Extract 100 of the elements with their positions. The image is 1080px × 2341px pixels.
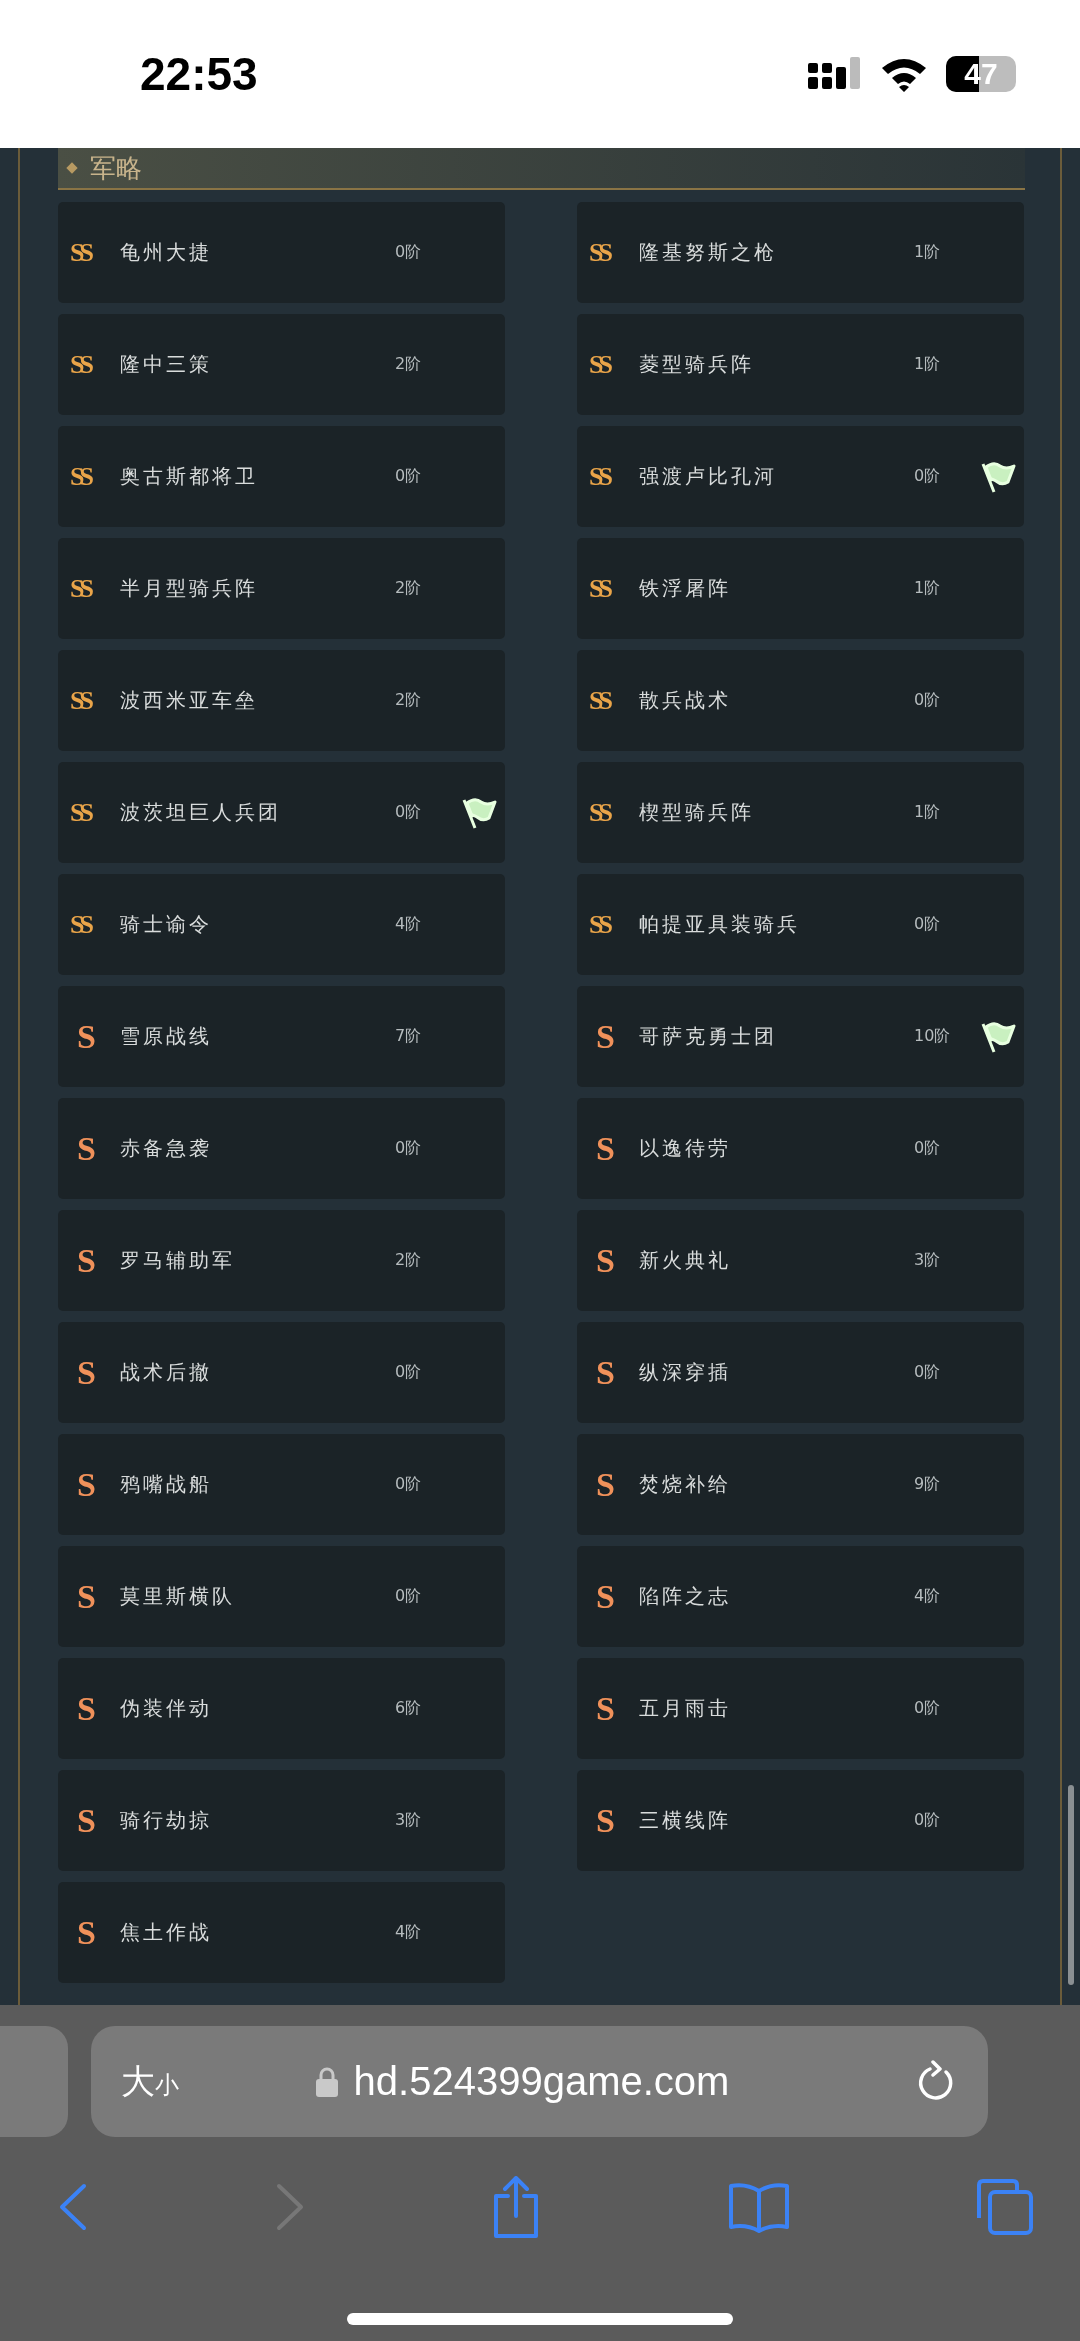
grade-label: SS [70,797,91,828]
wifi-icon [880,56,928,92]
tactic-card[interactable]: S 纵深穿插 0阶 [577,1322,1024,1423]
tier-level: 9阶 [914,1474,942,1495]
tactic-card[interactable]: SS 楔型骑兵阵 1阶 [577,762,1024,863]
tactic-name: 楔型骑兵阵 [639,799,755,826]
tactic-name: 菱型骑兵阵 [639,351,755,378]
url-text: hd.524399game.com [353,2059,730,2104]
tactic-card[interactable]: SS 散兵战术 0阶 [577,650,1024,751]
tactic-card[interactable]: SS 奥古斯都将卫 0阶 [58,426,505,527]
tactic-card[interactable]: SS 铁浮屠阵 1阶 [577,538,1024,639]
tactic-name: 波西米亚车垒 [120,687,259,714]
tactic-card[interactable]: S 鸦嘴战船 0阶 [58,1434,505,1535]
tactic-name: 鸦嘴战船 [120,1471,213,1498]
tactic-card[interactable]: SS 隆基努斯之枪 1阶 [577,202,1024,303]
tactic-name: 奥古斯都将卫 [120,463,259,490]
tactic-name: 纵深穿插 [639,1359,732,1386]
tier-level: 10阶 [914,1026,952,1047]
grade-label: S [76,1801,97,1840]
tactic-name: 战术后撤 [120,1359,213,1386]
tactic-card[interactable]: S 焚烧补给 9阶 [577,1434,1024,1535]
tier-level: 4阶 [914,1586,942,1607]
tactic-name: 隆中三策 [120,351,213,378]
tier-level: 6阶 [395,1698,423,1719]
tab-preview[interactable] [0,2026,68,2137]
tactic-name: 雪原战线 [120,1023,213,1050]
lock-icon [315,2066,338,2097]
tactic-name: 焚烧补给 [639,1471,732,1498]
tactic-card[interactable]: S 雪原战线 7阶 [58,986,505,1087]
tactic-card[interactable]: SS 波西米亚车垒 2阶 [58,650,505,751]
tactic-name: 波茨坦巨人兵团 [120,799,282,826]
tactic-name: 骑士谕令 [120,911,213,938]
grade-label: S [595,1129,616,1168]
tier-level: 2阶 [395,578,423,599]
grade-label: SS [589,237,610,268]
tactic-card[interactable]: S 骑行劫掠 3阶 [58,1770,505,1871]
grade-label: S [76,1465,97,1504]
tactic-card[interactable]: SS 菱型骑兵阵 1阶 [577,314,1024,415]
signal-icon [808,57,862,91]
tactic-card[interactable]: S 赤备急袭 0阶 [58,1098,505,1199]
grade-label: S [76,1689,97,1728]
tactic-card[interactable]: SS 隆中三策 2阶 [58,314,505,415]
tactic-card[interactable]: SS 强渡卢比孔河 0阶 [577,426,1024,527]
tactic-card[interactable]: S 三横线阵 0阶 [577,1770,1024,1871]
tactic-card[interactable]: S 莫里斯横队 0阶 [58,1546,505,1647]
tactic-card[interactable]: S 战术后撤 0阶 [58,1322,505,1423]
tactic-card[interactable]: S 五月雨击 0阶 [577,1658,1024,1759]
tier-level: 0阶 [395,1138,423,1159]
tactic-card[interactable]: S 新火典礼 3阶 [577,1210,1024,1311]
grade-label: SS [70,237,91,268]
tactic-name: 莫里斯横队 [120,1583,236,1610]
grade-label: SS [589,573,610,604]
grade-label: SS [70,909,91,940]
grade-label: S [76,1129,97,1168]
tactic-card[interactable]: S 陷阵之志 4阶 [577,1546,1024,1647]
bookmarks-icon[interactable] [727,2181,790,2233]
tactic-name: 哥萨克勇士团 [639,1023,778,1050]
tactic-name: 骑行劫掠 [120,1807,213,1834]
clock-time: 22:53 [140,47,258,101]
tactic-card[interactable]: SS 波茨坦巨人兵团 0阶 [58,762,505,863]
text-size-button[interactable]: 大小 [121,2058,179,2105]
grade-label: S [595,1353,616,1392]
tier-level: 0阶 [395,1362,423,1383]
tactic-card[interactable]: S 焦土作战 4阶 [58,1882,505,1983]
tabs-icon[interactable] [976,2178,1034,2236]
tactic-card[interactable]: S 罗马辅助军 2阶 [58,1210,505,1311]
tier-level: 0阶 [395,466,423,487]
address-bar[interactable]: 大小 hd.524399game.com [91,2026,988,2137]
tactic-name: 半月型骑兵阵 [120,575,259,602]
tier-level: 0阶 [914,914,942,935]
tactic-name: 陷阵之志 [639,1583,732,1610]
tactic-card[interactable]: SS 半月型骑兵阵 2阶 [58,538,505,639]
tier-level: 0阶 [914,1362,942,1383]
grade-label: SS [70,461,91,492]
tactic-card[interactable]: SS 帕提亚具装骑兵 0阶 [577,874,1024,975]
tactic-card[interactable]: S 以逸待劳 0阶 [577,1098,1024,1199]
tactic-name: 五月雨击 [639,1695,732,1722]
tactic-name: 散兵战术 [639,687,732,714]
tier-level: 3阶 [395,1810,423,1831]
tactic-card[interactable]: S 哥萨克勇士团 10阶 [577,986,1024,1087]
tactic-card[interactable]: SS 骑士谕令 4阶 [58,874,505,975]
grade-label: SS [589,349,610,380]
tactic-card[interactable]: S 伪装伴动 6阶 [58,1658,505,1759]
back-icon[interactable] [58,2183,88,2231]
tactic-name: 新火典礼 [639,1247,732,1274]
tier-level: 0阶 [395,1586,423,1607]
grade-label: S [595,1577,616,1616]
grade-label: S [76,1241,97,1280]
forward-icon[interactable] [274,2183,305,2231]
grade-label: SS [70,685,91,716]
grade-label: S [595,1465,616,1504]
tactic-card[interactable]: SS 龟州大捷 0阶 [58,202,505,303]
tier-level: 1阶 [914,242,942,263]
tier-level: 1阶 [914,354,942,375]
share-icon[interactable] [491,2176,541,2238]
tier-level: 0阶 [914,1810,942,1831]
tactic-name: 隆基努斯之枪 [639,239,778,266]
grade-label: S [76,1017,97,1056]
grade-label: SS [70,573,91,604]
grade-label: S [76,1353,97,1392]
